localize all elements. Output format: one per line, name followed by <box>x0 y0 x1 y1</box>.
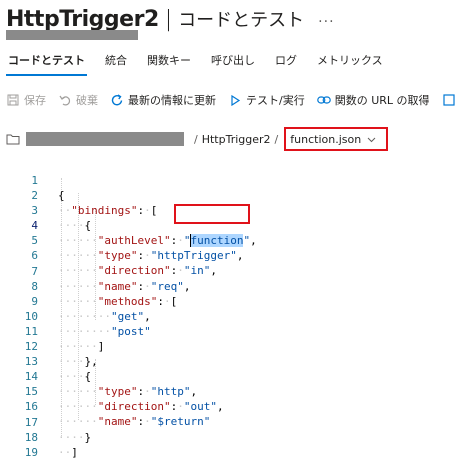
code-line: 3 ····{ <box>0 188 466 232</box>
test-run-label: テスト/実行 <box>246 94 305 107</box>
code-line: 16 ······"name":·"$return" <box>0 384 466 428</box>
code-line: 7 ······"name":·"req", <box>0 249 466 293</box>
page-title: HttpTrigger2 <box>6 7 159 32</box>
code-line: 18 ··] <box>0 415 466 459</box>
tab-metrics[interactable]: メトリックス <box>315 54 385 76</box>
refresh-button[interactable]: 最新の情報に更新 <box>110 92 216 108</box>
link-icon <box>316 93 331 107</box>
code-line: 11 ······] <box>0 309 466 353</box>
get-function-url-label: 関数の URL の取得 <box>334 94 430 107</box>
command-bar: 保存 破棄 最新の情報に更新 テスト/実行 関数の URL の取得 <box>6 90 460 110</box>
code-line: 1 { <box>0 158 466 202</box>
breadcrumb: / HttpTrigger2 / function.json <box>6 127 389 151</box>
tab-integration[interactable]: 統合 <box>103 54 129 76</box>
code-line: 15 ······"direction":·"out", <box>0 369 466 413</box>
code-line: 17 ····} <box>0 400 466 444</box>
discard-button[interactable]: 破棄 <box>58 92 98 108</box>
selected-file: function.json <box>290 132 362 146</box>
more-options-button[interactable]: ··· <box>318 14 334 30</box>
refresh-icon <box>110 93 124 107</box>
save-icon <box>6 93 20 107</box>
page-subtitle: コードとテスト <box>178 10 305 31</box>
redacted-path <box>26 132 184 146</box>
code-line: 6 ······"direction":·"in", <box>0 233 466 277</box>
save-label: 保存 <box>24 94 46 107</box>
undo-icon <box>58 93 72 107</box>
highlight-box <box>174 204 250 224</box>
refresh-label: 最新の情報に更新 <box>128 94 216 107</box>
redacted-subtitle <box>6 30 138 40</box>
code-line: 14 ······"type":·"http", <box>0 354 466 398</box>
code-line: 12 ····}, <box>0 324 466 368</box>
tab-code-test[interactable]: コードとテスト <box>6 54 87 76</box>
file-dropdown[interactable]: function.json <box>284 127 389 151</box>
play-icon <box>228 93 242 107</box>
tab-bar: コードとテスト 統合 関数キー 呼び出し ログ メトリックス <box>6 54 401 76</box>
code-editor[interactable]: 1 { 2 ··"bindings":·[ 3 ····{ 4 ······"a… <box>0 158 466 459</box>
code-line: 10 ········"post" <box>0 294 466 338</box>
code-line: 2 ··"bindings":·[ <box>0 173 466 217</box>
panel-toggle-button[interactable] <box>442 93 460 107</box>
save-button[interactable]: 保存 <box>6 92 46 108</box>
chevron-down-icon <box>367 133 376 146</box>
discard-label: 破棄 <box>76 94 98 107</box>
test-run-button[interactable]: テスト/実行 <box>228 92 305 108</box>
code-line: 13 ····{ <box>0 339 466 383</box>
breadcrumb-separator: / <box>194 132 198 146</box>
folder-icon <box>6 133 20 145</box>
title-separator: | <box>164 7 173 32</box>
code-line: 9 ········"get", <box>0 279 466 323</box>
breadcrumb-separator: / <box>274 132 279 146</box>
code-line: 19 } <box>0 430 466 459</box>
get-function-url-button[interactable]: 関数の URL の取得 <box>316 92 430 108</box>
code-line: 8 ······"methods":·[ <box>0 264 466 308</box>
line-number: 19 <box>24 445 38 459</box>
tab-invocations[interactable]: 呼び出し <box>209 54 257 76</box>
breadcrumb-function[interactable]: HttpTrigger2 <box>202 133 271 146</box>
tab-function-keys[interactable]: 関数キー <box>145 54 193 76</box>
tab-logs[interactable]: ログ <box>273 54 299 76</box>
square-icon <box>442 93 456 107</box>
